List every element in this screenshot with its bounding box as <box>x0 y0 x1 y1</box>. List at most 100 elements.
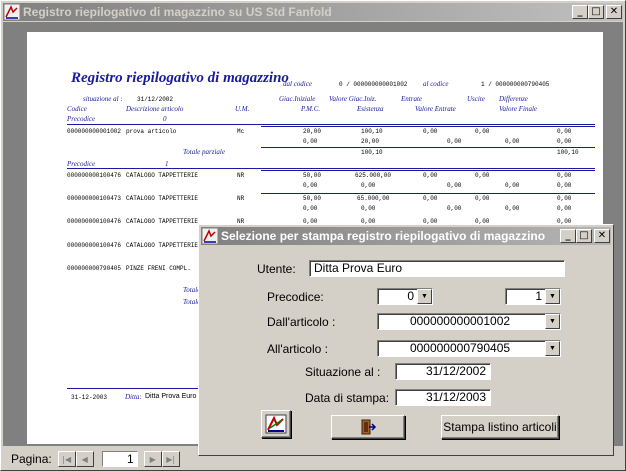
table-row-descrizione: CATALOGO TAPPETTERIE <box>126 242 199 249</box>
report-title: Registro riepilogativo di magazzino <box>71 70 289 86</box>
situazione-field[interactable]: 31/12/2002 <box>395 363 491 380</box>
table-row-um: NR <box>237 172 245 179</box>
precodice-to-select[interactable]: 1 ▼ <box>505 288 561 305</box>
dall-articolo-value: 000000000001002 <box>409 314 511 328</box>
selection-dialog: Selezione per stampa registro riepilogat… <box>198 224 614 456</box>
precodice-from-value: 0 <box>407 289 414 303</box>
precodice-from-select[interactable]: 0 ▼ <box>377 288 433 305</box>
utente-field[interactable]: Ditta Prova Euro <box>309 260 565 277</box>
group1-divider <box>67 168 595 169</box>
table-row-codice: 000000000001002 <box>67 128 122 135</box>
table-row-e2: 0,00 <box>557 205 572 212</box>
footer-date: 31-12-2003 <box>71 394 108 401</box>
utente-label: Utente: <box>257 262 296 276</box>
table-row-b2: 0,00 <box>361 205 376 212</box>
header-codice: Codice <box>67 105 87 113</box>
dialog-title: Selezione per stampa registro riepilogat… <box>221 229 546 243</box>
exit-door-icon <box>361 419 377 435</box>
footer-ditta-label: Ditta: <box>125 393 142 401</box>
totale-value-1: 100,10 <box>361 149 383 156</box>
table-row-c2: 0,00 <box>447 182 462 189</box>
totale-parziale-label: Totale parziale <box>183 148 225 156</box>
exit-button[interactable] <box>331 415 405 439</box>
minimize-button[interactable]: _ <box>572 5 588 19</box>
all-articolo-value: 000000000790405 <box>409 341 511 355</box>
precodice-to-value: 1 <box>535 289 542 303</box>
table-row-d2: 0,00 <box>505 182 520 189</box>
situazione-label: Situazione al : <box>305 365 381 379</box>
chevron-down-icon[interactable]: ▼ <box>417 289 432 304</box>
maximize-button[interactable]: □ <box>576 229 592 243</box>
situazione-label: situazione al : <box>83 95 123 103</box>
table-row-c1: 0,00 <box>423 172 438 179</box>
situazione-value: 31/12/2002 <box>137 96 174 103</box>
table-row-codice: 000000000100476 <box>67 242 122 249</box>
report-window-title: Registro riepilogativo di magazzino su U… <box>23 5 332 19</box>
header-divider <box>67 124 595 125</box>
table-row-descrizione: CATALOGO TAPPETTERIE <box>126 172 199 179</box>
print-preview-button[interactable] <box>261 410 291 438</box>
al-codice-label: al codice <box>423 80 449 88</box>
app-icon <box>202 228 218 244</box>
minimize-button[interactable]: _ <box>560 229 576 243</box>
dal-codice-label: dal codice <box>283 80 312 88</box>
report-icon <box>265 414 287 434</box>
table-row-c2: 0,00 <box>447 138 462 145</box>
table-row-a2: 0,00 <box>303 138 318 145</box>
header-descrizione: Descrizione articolo <box>126 105 184 113</box>
table-row-e1: 0,00 <box>557 128 572 135</box>
chevron-down-icon[interactable]: ▼ <box>545 289 560 304</box>
table-row-d2: 0,00 <box>505 205 520 212</box>
table-row-codice: 000000000100473 <box>67 195 122 202</box>
report-titlebar[interactable]: Registro riepilogativo di magazzino su U… <box>3 3 623 21</box>
row-divider <box>261 170 595 171</box>
table-row-c1: 0,00 <box>423 195 438 202</box>
dal-codice-value: 0 / 000000000001002 <box>339 81 408 88</box>
header-esistenza: Esistenza <box>357 105 384 113</box>
table-row-um: Mc <box>237 128 245 135</box>
group1-precodice: 1 <box>165 160 169 168</box>
table-row-b1: 100,10 <box>361 128 383 135</box>
chevron-down-icon[interactable]: ▼ <box>545 341 560 356</box>
maximize-button[interactable]: □ <box>588 5 604 19</box>
table-row-c1: 0,00 <box>423 128 438 135</box>
row-divider <box>261 126 595 127</box>
table-row-d2: 0,00 <box>505 138 520 145</box>
dialog-titlebar[interactable]: Selezione per stampa registro riepilogat… <box>201 227 611 245</box>
header-uscite: Uscite <box>467 95 485 103</box>
all-articolo-select[interactable]: 000000000790405 ▼ <box>377 340 561 357</box>
table-row-a1: 50,00 <box>303 172 322 179</box>
stampa-listino-button[interactable]: Stampa listino articoli <box>441 415 559 439</box>
first-page-button[interactable]: |◀ <box>57 451 76 467</box>
close-button[interactable]: ✕ <box>606 5 622 19</box>
row-divider <box>261 193 595 194</box>
header-pmc: P.M.C. <box>301 105 321 113</box>
precodice-label-group1: Precodice <box>67 160 96 168</box>
app-icon <box>4 4 20 20</box>
footer-ditta-value: Ditta Prova Euro <box>145 393 197 400</box>
next-page-button[interactable]: ▶ <box>143 451 162 467</box>
header-giac-iniziale: Giac.Iniziale <box>279 95 316 103</box>
table-row-b1: 65.000,00 <box>357 195 390 202</box>
table-row-e2: 0,00 <box>557 182 572 189</box>
table-row-a2: 0,00 <box>303 182 318 189</box>
table-row-e2: 0,00 <box>557 138 572 145</box>
prev-page-button[interactable]: ◀ <box>75 451 94 467</box>
table-row-codice: 000000000100476 <box>67 218 122 225</box>
close-button[interactable]: ✕ <box>594 229 610 243</box>
chevron-down-icon[interactable]: ▼ <box>545 314 560 329</box>
last-page-button[interactable]: ▶| <box>161 451 180 467</box>
table-row-um: NR <box>237 195 245 202</box>
header-valore-finale: Valore Finale <box>499 105 538 113</box>
page-number-input[interactable]: 1 <box>101 451 138 467</box>
header-precodice: Precodice <box>67 115 96 123</box>
table-row-d1: 0,00 <box>475 195 490 202</box>
data-stampa-field[interactable]: 31/12/2003 <box>395 389 491 406</box>
table-row-a1: 50,00 <box>303 195 322 202</box>
table-row-c2: 0,00 <box>447 205 462 212</box>
totale-value-3: 100,10 <box>557 149 579 156</box>
header-um: U.M. <box>235 105 250 113</box>
all-articolo-label: All'articolo : <box>267 342 328 356</box>
precodice-label: Precodice: <box>267 290 324 304</box>
dall-articolo-select[interactable]: 000000000001002 ▼ <box>377 313 561 330</box>
